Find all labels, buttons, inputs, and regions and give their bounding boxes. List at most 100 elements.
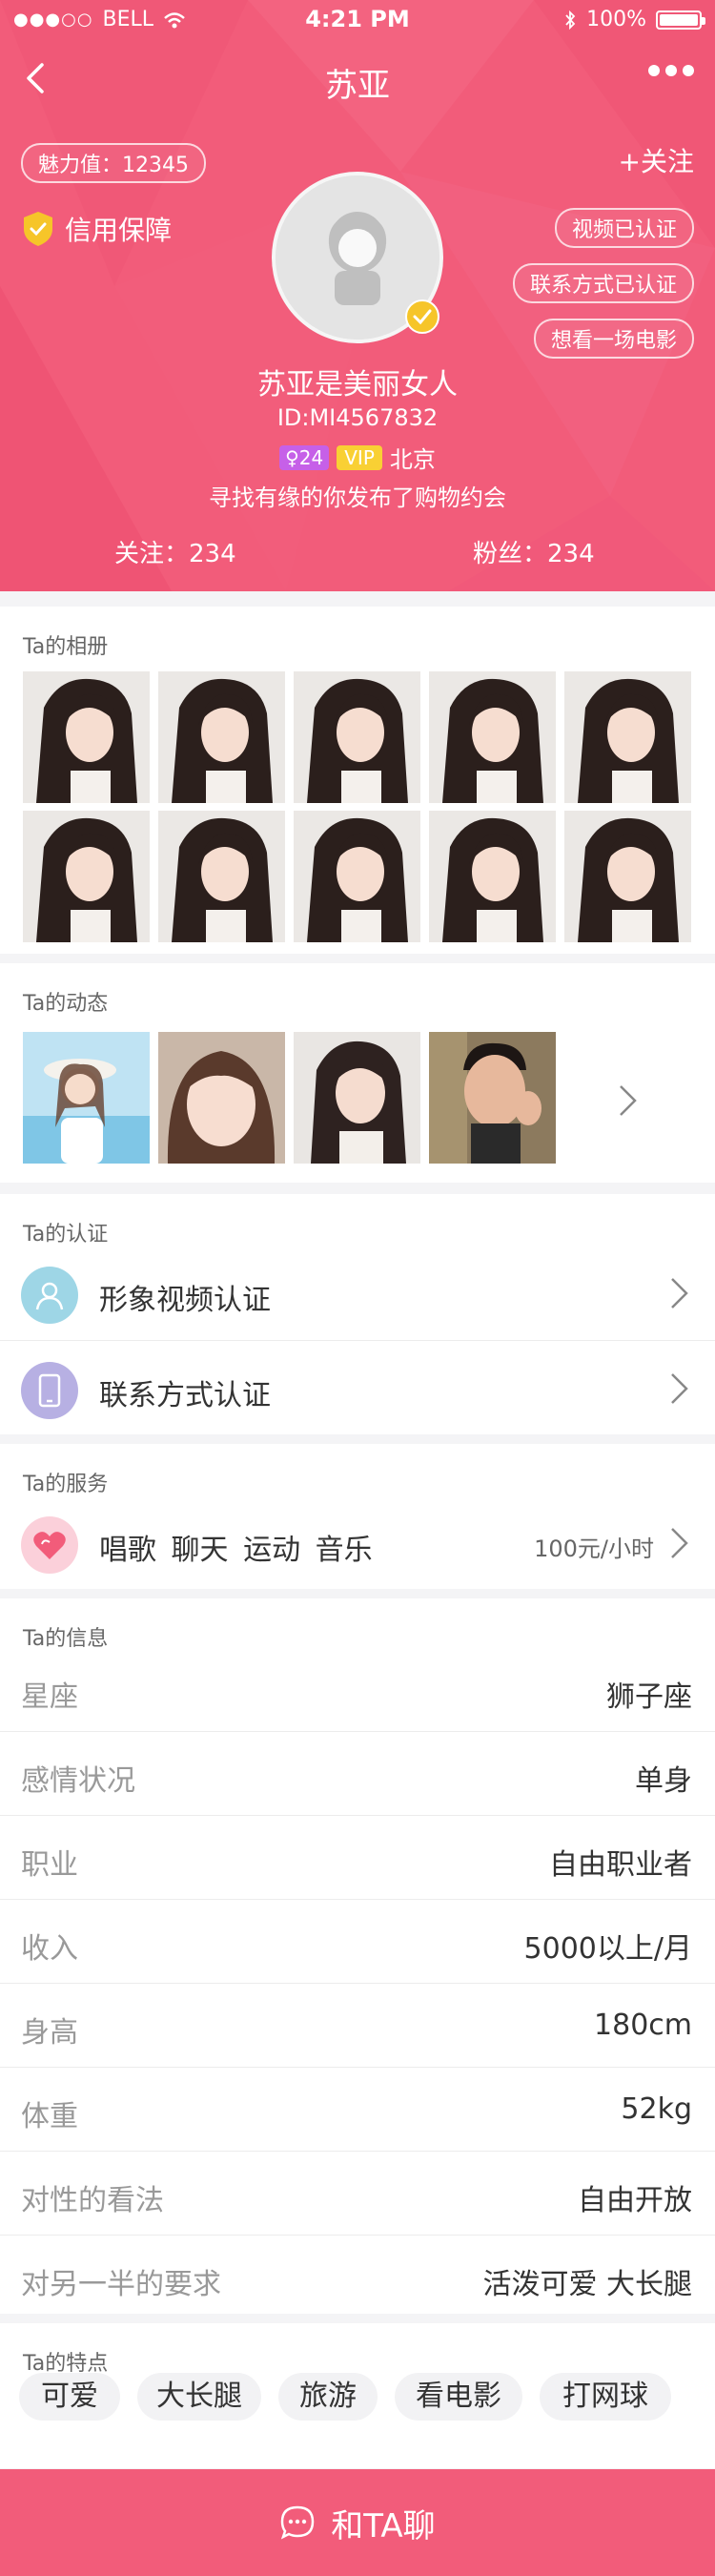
- album-photo[interactable]: [294, 811, 420, 942]
- album-photo[interactable]: [564, 671, 691, 803]
- album-image: [158, 671, 285, 803]
- info-row: 感情状况 单身: [0, 1732, 715, 1816]
- moment-photo[interactable]: [294, 1032, 420, 1164]
- page-title: 苏亚: [325, 67, 390, 105]
- service-item: 聊天: [171, 1534, 229, 1567]
- features-section: Ta的特点 可爱 大长腿 旅游 看电影 打网球: [0, 2323, 715, 2468]
- battery-icon: [656, 10, 705, 30]
- info-value: 52kg: [621, 2092, 692, 2126]
- female-icon: ♀: [285, 445, 299, 469]
- services-section: Ta的服务 唱歌 聊天 运动 音乐 100元/小时: [0, 1444, 715, 1589]
- phone-icon: [21, 1362, 78, 1419]
- cert-video-row[interactable]: 形象视频认证: [0, 1246, 715, 1341]
- album-photo[interactable]: [23, 671, 150, 803]
- charm-badge: 魅力值：12345: [21, 143, 206, 183]
- location: 北京: [389, 446, 436, 473]
- album-photo[interactable]: [23, 811, 150, 942]
- album-photo[interactable]: [158, 811, 285, 942]
- fans-count[interactable]: 粉丝：234: [473, 534, 595, 569]
- album-photo[interactable]: [294, 671, 420, 803]
- verified-icon: [405, 299, 439, 334]
- services-row[interactable]: 唱歌 聊天 运动 音乐 100元/小时: [0, 1495, 715, 1591]
- service-item: 运动: [243, 1534, 301, 1567]
- age-value: 24: [298, 445, 324, 469]
- album-section: Ta的相册: [0, 607, 715, 954]
- moments-chevron-icon[interactable]: [618, 1083, 639, 1118]
- status-right: 100%: [563, 8, 705, 31]
- album-image: [23, 671, 150, 803]
- profile-header: ●●●○○ BELL 4:21 PM 100% 苏亚 魅力值：12345 +关注…: [0, 0, 715, 591]
- heart-icon: [21, 1516, 78, 1574]
- user-tags: ♀24 VIP 北京: [0, 441, 715, 474]
- vip-tag: VIP: [337, 444, 382, 470]
- feature-tag: 可爱: [19, 2373, 120, 2421]
- info-key: 收入: [21, 1932, 78, 1966]
- info-value: 单身: [635, 1764, 692, 1798]
- chevron-right-icon: [671, 1373, 688, 1404]
- info-value: 5000以上/月: [523, 1932, 692, 1966]
- credit-label: 信用保障: [65, 215, 173, 246]
- feature-tag: 大长腿: [137, 2373, 261, 2421]
- info-row: 身高 180cm: [0, 1984, 715, 2068]
- album-image: [564, 811, 691, 942]
- info-key: 职业: [21, 1848, 78, 1882]
- info-value: 自由职业者: [549, 1848, 692, 1882]
- album-photo[interactable]: [158, 671, 285, 803]
- info-row: 收入 5000以上/月: [0, 1900, 715, 1984]
- moments-title: Ta的动态: [23, 992, 109, 1016]
- chevron-right-icon: [671, 1278, 688, 1309]
- album-image: [158, 811, 285, 942]
- feature-tag: 看电影: [395, 2373, 522, 2421]
- moment-photo[interactable]: [158, 1032, 285, 1164]
- credit-guarantee: 信用保障: [21, 210, 172, 248]
- service-price: 100元/小时: [534, 1535, 654, 1562]
- verify-video-badge: 视频已认证: [554, 208, 694, 248]
- moment-image-portrait: [158, 1032, 285, 1164]
- follow-button[interactable]: +关注: [619, 141, 694, 179]
- info-value: 自由开放: [578, 2184, 692, 2217]
- bluetooth-icon: [565, 10, 576, 30]
- moment-image-girl: [294, 1032, 420, 1164]
- moment-image-boy: [429, 1032, 556, 1164]
- info-key: 体重: [21, 2100, 78, 2133]
- moment-image-beach: [23, 1032, 150, 1164]
- info-value: 活泼可爱 大长腿: [482, 2268, 692, 2301]
- more-icon[interactable]: [648, 65, 694, 76]
- info-key: 感情状况: [21, 1764, 135, 1798]
- info-value: 狮子座: [606, 1680, 692, 1714]
- status-bar: ●●●○○ BELL 4:21 PM 100%: [0, 0, 715, 38]
- age-tag: ♀24: [279, 444, 330, 470]
- album-photo[interactable]: [429, 811, 556, 942]
- chevron-right-icon: [671, 1528, 688, 1558]
- info-row: 对性的看法 自由开放: [0, 2152, 715, 2236]
- album-photo[interactable]: [564, 811, 691, 942]
- battery-percent: 100%: [586, 8, 646, 31]
- cert-contact-row[interactable]: 联系方式认证: [0, 1341, 715, 1436]
- person-icon: [21, 1267, 78, 1324]
- feature-tag: 打网球: [540, 2373, 671, 2421]
- following-count[interactable]: 关注：234: [114, 534, 236, 569]
- moment-photo[interactable]: [429, 1032, 556, 1164]
- info-key: 对性的看法: [21, 2184, 164, 2217]
- info-row: 对另一半的要求 活泼可爱 大长腿: [0, 2236, 715, 2319]
- chat-button[interactable]: 和TA聊: [0, 2469, 715, 2576]
- album-photo[interactable]: [429, 671, 556, 803]
- album-image: [294, 671, 420, 803]
- chat-bubble-icon: [281, 2505, 315, 2540]
- navbar: 苏亚: [0, 38, 715, 124]
- album-image: [23, 811, 150, 942]
- info-key: 对另一半的要求: [21, 2268, 221, 2301]
- feature-tag: 旅游: [278, 2373, 378, 2421]
- album-image: [429, 671, 556, 803]
- moments-section[interactable]: Ta的动态: [0, 963, 715, 1183]
- services-title: Ta的服务: [23, 1473, 109, 1496]
- avatar-container[interactable]: [272, 172, 443, 343]
- info-row: 职业 自由职业者: [0, 1816, 715, 1900]
- album-image: [429, 811, 556, 942]
- moment-photo[interactable]: [23, 1032, 150, 1164]
- certification-section: Ta的认证 形象视频认证 联系方式认证: [0, 1194, 715, 1434]
- service-item: 唱歌: [99, 1534, 156, 1567]
- wish-badge: 想看一场电影: [533, 319, 694, 359]
- info-row: 星座 狮子座: [0, 1648, 715, 1732]
- album-image: [294, 811, 420, 942]
